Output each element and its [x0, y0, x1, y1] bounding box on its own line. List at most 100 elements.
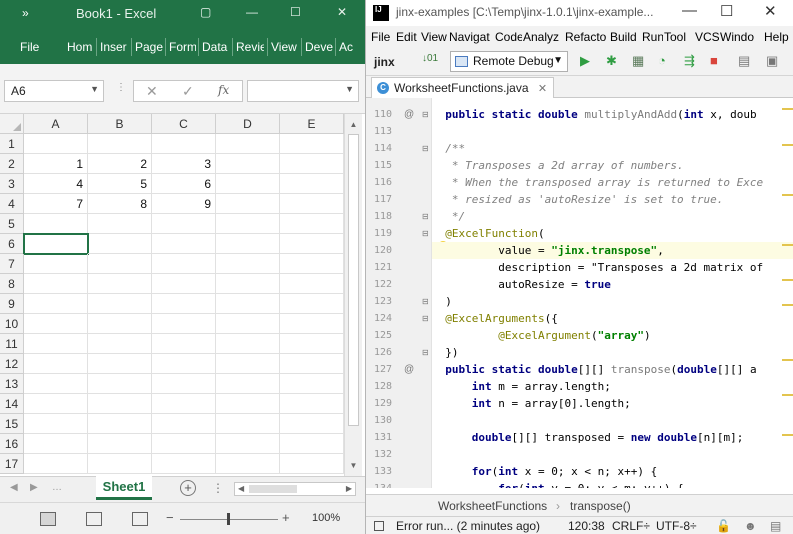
override-marker-icon[interactable]: @ [404, 361, 414, 378]
row-header-2[interactable]: 2 [0, 154, 24, 174]
normal-view-icon[interactable] [40, 512, 56, 526]
cell[interactable] [280, 434, 344, 454]
row-header-11[interactable]: 11 [0, 334, 24, 354]
cell[interactable] [216, 134, 280, 154]
row-header-8[interactable]: 8 [0, 274, 24, 294]
tab-splitter-icon[interactable]: ⋮ [212, 481, 224, 495]
cell[interactable] [216, 334, 280, 354]
cell[interactable] [280, 314, 344, 334]
run-icon[interactable]: ▶ [580, 53, 590, 69]
cell[interactable] [280, 354, 344, 374]
code-line[interactable]: ) [432, 293, 793, 310]
cell[interactable] [216, 174, 280, 194]
cell[interactable] [280, 154, 344, 174]
code-line[interactable]: @ExcelArgument("array") [432, 327, 793, 344]
row-header-9[interactable]: 9 [0, 294, 24, 314]
code-line[interactable]: */ [432, 208, 793, 225]
run-config-select[interactable]: Remote Debug ▼ [450, 51, 568, 72]
build-icon[interactable]: ▤ [738, 53, 750, 69]
row-header-3[interactable]: 3 [0, 174, 24, 194]
fold-icon[interactable]: ⊟ [422, 106, 429, 123]
cell[interactable] [88, 234, 152, 254]
row-header-16[interactable]: 16 [0, 434, 24, 454]
line-separator[interactable]: CRLF÷ [612, 519, 650, 533]
chevron-down-icon[interactable]: ▼ [345, 84, 354, 94]
lock-icon[interactable]: 🔓 [716, 519, 731, 533]
cell[interactable] [24, 354, 88, 374]
cell[interactable] [152, 434, 216, 454]
cell[interactable] [24, 214, 88, 234]
cell[interactable] [216, 374, 280, 394]
cell[interactable] [152, 354, 216, 374]
menu-item-analyz[interactable]: Analyz [523, 30, 564, 44]
menu-item-tool[interactable]: Tool [664, 30, 694, 44]
close-tab-icon[interactable]: ✕ [538, 83, 547, 95]
cell[interactable] [152, 414, 216, 434]
cell[interactable] [88, 294, 152, 314]
cell[interactable] [88, 454, 152, 474]
cell[interactable] [216, 214, 280, 234]
cell[interactable]: 4 [24, 174, 88, 194]
cell[interactable]: 8 [88, 194, 152, 214]
ribbon-tab-file[interactable]: File [20, 40, 39, 54]
cell[interactable] [152, 214, 216, 234]
insert-function-icon[interactable]: fx [218, 83, 229, 97]
code-line[interactable]: autoResize = true [432, 276, 793, 293]
cell[interactable]: 7 [24, 194, 88, 214]
cell[interactable] [88, 394, 152, 414]
inspector-icon[interactable]: ☻ [744, 519, 757, 533]
cell[interactable] [216, 154, 280, 174]
fold-icon[interactable]: ⊟ [422, 310, 429, 327]
cell[interactable] [216, 234, 280, 254]
fold-icon[interactable]: ⊟ [422, 293, 429, 310]
cell[interactable] [280, 294, 344, 314]
row-header-7[interactable]: 7 [0, 254, 24, 274]
cell[interactable] [216, 414, 280, 434]
breadcrumb-class[interactable]: WorksheetFunctions [438, 499, 547, 513]
zoom-level[interactable]: 100% [312, 512, 340, 524]
warning-marker[interactable] [782, 279, 793, 281]
cell[interactable]: 3 [152, 154, 216, 174]
cell[interactable] [24, 314, 88, 334]
ribbon-tab-review[interactable]: Revie [236, 40, 264, 54]
cell[interactable] [88, 414, 152, 434]
cell[interactable] [216, 314, 280, 334]
code-line[interactable] [432, 123, 793, 140]
code-line[interactable] [432, 412, 793, 429]
column-header-c[interactable]: C [152, 114, 216, 134]
warning-marker[interactable] [782, 434, 793, 436]
cell[interactable] [152, 134, 216, 154]
cell[interactable] [216, 354, 280, 374]
cell[interactable] [88, 134, 152, 154]
override-marker-icon[interactable]: @ [404, 106, 414, 123]
cell[interactable] [280, 214, 344, 234]
row-header-14[interactable]: 14 [0, 394, 24, 414]
horizontal-scrollbar[interactable]: ◀ ▶ [234, 482, 356, 496]
cell[interactable] [216, 434, 280, 454]
fold-icon[interactable]: ⊟ [422, 225, 429, 242]
row-header-4[interactable]: 4 [0, 194, 24, 214]
coverage-icon[interactable]: ▦ [632, 53, 644, 69]
fold-icon[interactable]: ⊟ [422, 208, 429, 225]
cell[interactable] [280, 134, 344, 154]
quick-access-icon[interactable]: » [22, 6, 29, 20]
cell[interactable] [280, 194, 344, 214]
cell[interactable] [88, 374, 152, 394]
cancel-icon[interactable]: ✕ [146, 83, 158, 100]
formula-bar-grip-icon[interactable]: ⋮ [116, 82, 126, 93]
cell[interactable] [152, 334, 216, 354]
code-line[interactable]: @ExcelArguments({ [432, 310, 793, 327]
cell[interactable] [152, 234, 216, 254]
file-encoding[interactable]: UTF-8÷ [656, 519, 697, 533]
cell[interactable] [280, 254, 344, 274]
row-header-6[interactable]: 6 [0, 234, 24, 254]
cell[interactable] [88, 434, 152, 454]
cell[interactable] [88, 214, 152, 234]
cell[interactable] [216, 194, 280, 214]
cell[interactable] [88, 334, 152, 354]
zoom-out-icon[interactable]: − [166, 510, 174, 525]
menu-item-build[interactable]: Build [610, 30, 641, 44]
formula-input[interactable]: ▼ [247, 80, 359, 102]
cell[interactable] [216, 294, 280, 314]
cursor-position[interactable]: 120:38 [568, 519, 605, 533]
